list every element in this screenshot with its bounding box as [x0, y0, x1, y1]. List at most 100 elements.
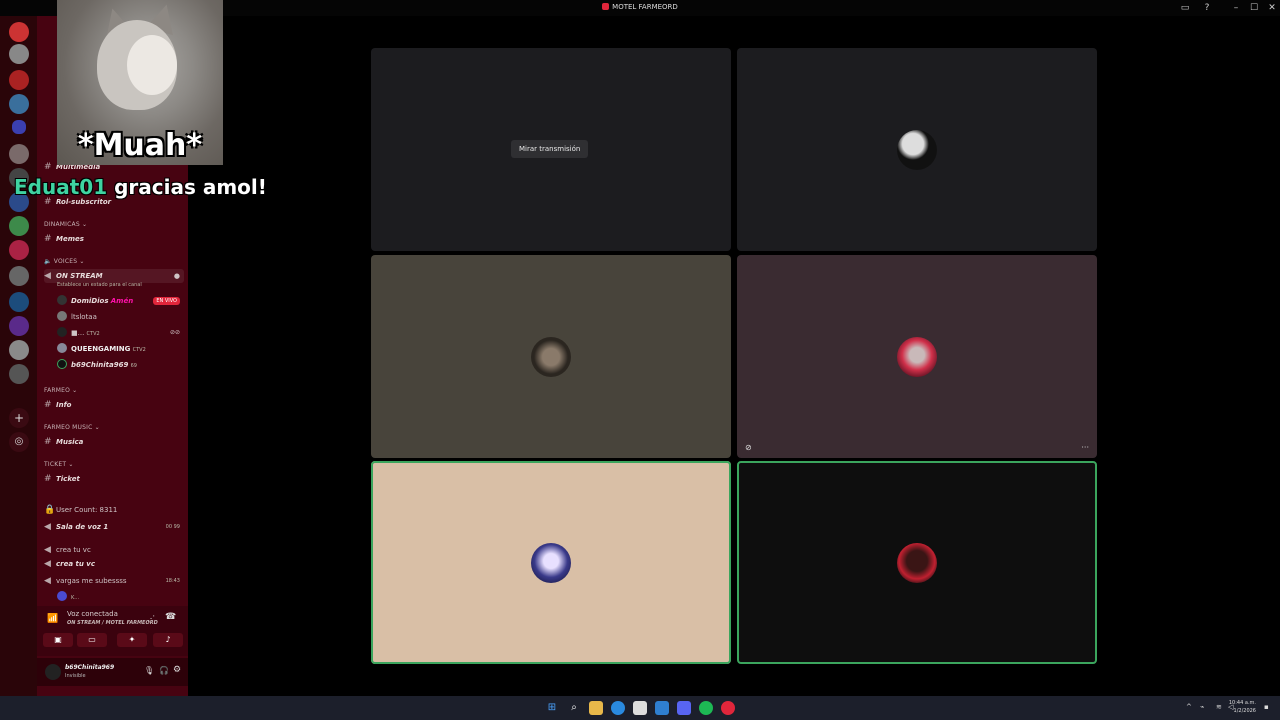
- maximize-button[interactable]: ☐: [1248, 2, 1260, 14]
- clock[interactable]: 10:44 a.m. 1/2/2026: [1229, 699, 1256, 715]
- gif-caption: *Muah*: [77, 128, 203, 163]
- help-icon[interactable]: ?: [1201, 2, 1213, 14]
- server-icon[interactable]: [9, 364, 29, 384]
- alert-nick: Eduat01: [14, 175, 108, 199]
- server-icon[interactable]: [9, 266, 29, 286]
- channel-label: User Count: 8311: [56, 506, 118, 514]
- voice-channel-crea-tu-vc[interactable]: ◀ crea tu vc: [44, 557, 184, 571]
- folder-icon[interactable]: [12, 120, 26, 134]
- channel-label: Musica: [56, 438, 84, 446]
- more-options-icon[interactable]: ···: [1081, 443, 1089, 452]
- user-tag: 69: [130, 363, 137, 369]
- channel-ticket[interactable]: # Ticket: [44, 472, 184, 486]
- noise-suppression-icon[interactable]: ⋰: [147, 614, 155, 623]
- file-explorer-icon[interactable]: [589, 701, 603, 715]
- camera-button[interactable]: ▣: [43, 633, 73, 647]
- activities-button[interactable]: ✦: [117, 633, 147, 647]
- channel-memes[interactable]: # Memes: [44, 232, 184, 246]
- voice-user[interactable]: QUEENGAMING CTV2: [57, 342, 184, 356]
- category-farmeo[interactable]: FARMEO ⌄: [44, 384, 184, 398]
- live-badge: EN VIVO: [153, 297, 180, 305]
- speaker-icon: ◀: [44, 576, 51, 586]
- voice-channel-vargas[interactable]: ◀ vargas me subessss 18:43: [44, 574, 184, 588]
- voice-user[interactable]: ltslotaa: [57, 310, 184, 324]
- settings-gear-icon[interactable]: ⚙: [173, 665, 181, 675]
- category-farmeo-music[interactable]: FARMEO MUSIC ⌄: [44, 421, 184, 435]
- windows-taskbar: ⊞ ⌕ ^ ⌁ ≋ ◁ 10:44 a.m. 1/2/2026 ▪: [0, 696, 1280, 720]
- category-dinamicas[interactable]: DINAMICAS ⌄: [44, 218, 184, 232]
- speaker-icon: ◀: [44, 271, 51, 281]
- participant-tile-speaking[interactable]: [371, 461, 731, 664]
- user-limit: 00 99: [165, 524, 180, 530]
- voice-user[interactable]: b69Chinita969 69: [57, 358, 184, 372]
- channel-musica[interactable]: # Musica: [44, 435, 184, 449]
- category-label: FARMEO MUSIC: [44, 424, 93, 431]
- server-icon[interactable]: [9, 292, 29, 312]
- server-icon[interactable]: [9, 316, 29, 336]
- channel-label: Rol-subscritor: [56, 198, 112, 206]
- clock-date: 1/2/2026: [1233, 708, 1256, 714]
- discord-taskbar-icon[interactable]: [677, 701, 691, 715]
- category-ticket[interactable]: TICKET ⌄: [44, 458, 184, 472]
- user-tag: CTV2: [132, 347, 146, 353]
- participant-tile-speaking[interactable]: [737, 461, 1097, 664]
- voice-user[interactable]: ■... CTV2 ⊘⊘: [57, 326, 184, 340]
- voice-user[interactable]: K...: [57, 590, 184, 604]
- spotify-icon[interactable]: [699, 701, 713, 715]
- server-icon[interactable]: [9, 44, 29, 64]
- avatar[interactable]: [45, 664, 61, 680]
- usb-icon[interactable]: ⌁: [1200, 703, 1204, 711]
- watch-stream-button[interactable]: Mirar transmisión: [511, 140, 589, 158]
- minimize-button[interactable]: –: [1230, 2, 1242, 14]
- user-tag: Amén: [110, 297, 134, 305]
- voice-channel-path[interactable]: ON STREAM / MOTEL FARMEORD: [67, 620, 158, 626]
- alert-message: Eduat01 gracias amol!: [14, 175, 267, 199]
- discover-icon[interactable]: ◎: [9, 432, 29, 452]
- start-menu-icon[interactable]: ⊞: [545, 701, 559, 715]
- screen-share-button[interactable]: ▭: [77, 633, 107, 647]
- server-icon[interactable]: [9, 216, 29, 236]
- channel-info[interactable]: # Info: [44, 398, 184, 412]
- microphone-icon[interactable]: 🎙: [144, 666, 154, 675]
- server-icon[interactable]: [9, 240, 29, 260]
- soundboard-button[interactable]: ♪: [153, 633, 183, 647]
- category-crea-tu-vc[interactable]: ◀ crea tu vc: [44, 543, 184, 557]
- voice-channel-sala-1[interactable]: ◀ Sala de voz 1 00 99: [44, 520, 184, 534]
- channel-label: vargas me subessss: [56, 577, 127, 585]
- mail-icon[interactable]: [655, 701, 669, 715]
- user-count-channel[interactable]: 🔒User Count: 8311: [44, 503, 184, 517]
- app-icon[interactable]: [721, 701, 735, 715]
- participant-tile[interactable]: [737, 48, 1097, 251]
- user-name: ■...: [71, 329, 85, 337]
- user-name[interactable]: b69Chinita969: [65, 664, 114, 671]
- deafened-icon: ⊘⊘: [169, 329, 180, 336]
- add-server-icon[interactable]: +: [9, 408, 29, 428]
- wifi-icon[interactable]: ≋: [1216, 703, 1222, 711]
- channel-label: ON STREAM: [56, 272, 103, 280]
- participant-tile[interactable]: ⊘ ···: [737, 255, 1097, 458]
- search-icon[interactable]: ⌕: [567, 701, 581, 715]
- signal-icon[interactable]: 📶: [47, 614, 58, 624]
- category-voices[interactable]: 🔈 VOICES ⌄: [44, 255, 184, 269]
- disconnect-icon[interactable]: ☎: [165, 612, 176, 622]
- headphones-icon[interactable]: 🎧: [159, 666, 169, 675]
- server-icon[interactable]: [9, 22, 29, 42]
- notifications-icon[interactable]: ▪: [1264, 703, 1269, 711]
- server-icon[interactable]: [9, 94, 29, 114]
- inbox-icon[interactable]: ▭: [1179, 2, 1191, 14]
- server-icon[interactable]: [9, 144, 29, 164]
- server-icon[interactable]: [9, 340, 29, 360]
- voice-user[interactable]: DomiDios Amén EN VIVO: [57, 294, 184, 308]
- participant-avatar: [897, 542, 937, 583]
- category-label: VOICES: [53, 258, 78, 265]
- participant-tile[interactable]: [371, 255, 731, 458]
- server-icon[interactable]: [9, 70, 29, 90]
- server-rail: + ◎: [0, 16, 37, 696]
- edge-browser-icon[interactable]: [611, 701, 625, 715]
- store-icon[interactable]: [633, 701, 647, 715]
- close-button[interactable]: ✕: [1266, 2, 1278, 14]
- stream-tile[interactable]: Mirar transmisión: [371, 48, 731, 251]
- user-name: b69Chinita969: [71, 361, 129, 369]
- chevron-up-icon[interactable]: ^: [1186, 703, 1192, 711]
- channel-status-hint[interactable]: Establece un estado para el canal: [57, 280, 184, 290]
